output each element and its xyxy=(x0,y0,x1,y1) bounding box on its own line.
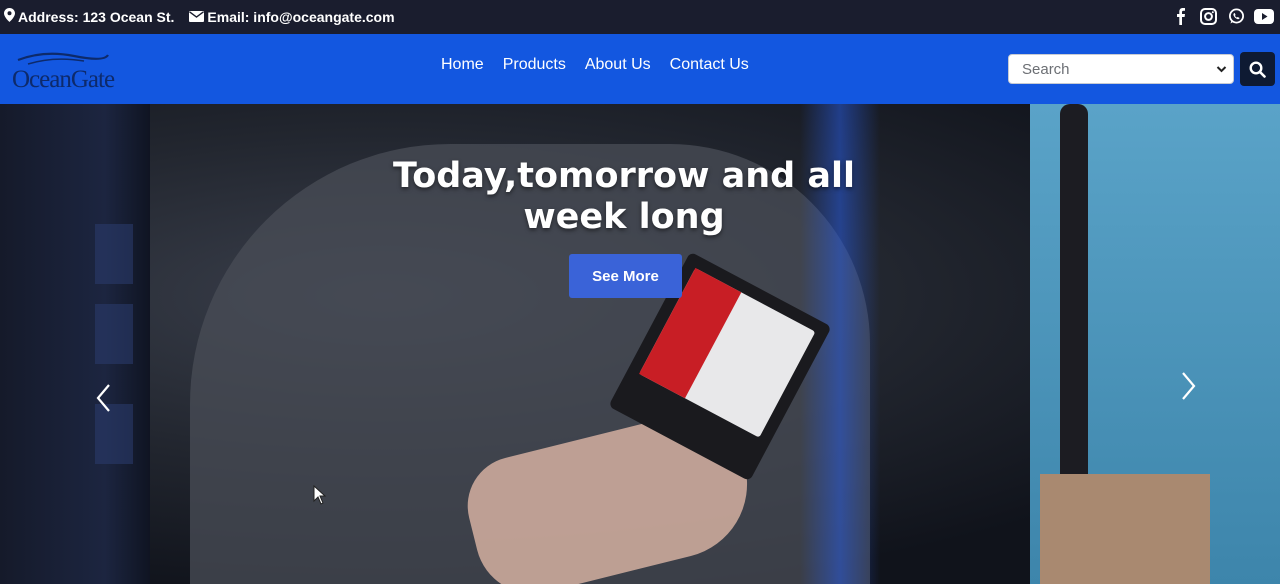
email-text[interactable]: Email: info@oceangate.com xyxy=(207,9,394,25)
youtube-icon[interactable] xyxy=(1254,6,1274,26)
instagram-icon[interactable] xyxy=(1198,6,1218,26)
nav-link-about-us[interactable]: About Us xyxy=(585,56,651,74)
nav-menu: Home Products About Us Contact Us xyxy=(441,56,768,74)
hero-carousel: Today,tomorrow and all week long See Mor… xyxy=(0,104,1280,584)
hero-heading: Today,tomorrow and all week long xyxy=(392,156,856,237)
whatsapp-icon[interactable] xyxy=(1226,6,1246,26)
facebook-icon[interactable] xyxy=(1170,6,1190,26)
search-placeholder: Search xyxy=(1022,61,1070,78)
mouse-pointer-icon xyxy=(313,485,327,505)
carousel-next-icon[interactable] xyxy=(1176,370,1200,402)
search-select[interactable]: Search xyxy=(1008,54,1234,84)
email-item[interactable]: Email: info@oceangate.com xyxy=(189,9,395,25)
wave-icon xyxy=(17,52,109,65)
chevron-down-icon xyxy=(1216,66,1227,73)
carousel-prev-icon[interactable] xyxy=(92,382,116,414)
brand-logo[interactable]: OceanGate xyxy=(8,48,138,93)
address-text: Address: 123 Ocean St. xyxy=(18,8,175,25)
map-pin-icon xyxy=(4,8,18,25)
search-button[interactable] xyxy=(1240,52,1275,86)
nav-link-contact-us[interactable]: Contact Us xyxy=(670,56,749,74)
nav-link-products[interactable]: Products xyxy=(503,56,566,74)
envelope-icon xyxy=(189,9,207,25)
see-more-button[interactable]: See More xyxy=(569,254,682,298)
contact-info: Address: 123 Ocean St. Email: info@ocean… xyxy=(4,8,410,25)
nav-link-home[interactable]: Home xyxy=(441,56,484,74)
address-item: Address: 123 Ocean St. xyxy=(4,8,174,25)
logo-text: OceanGate xyxy=(12,66,115,93)
main-navbar: OceanGate Home Products About Us Contact… xyxy=(0,34,1280,104)
social-links xyxy=(1162,6,1274,26)
search-icon xyxy=(1249,60,1266,78)
top-contact-bar: Address: 123 Ocean St. Email: info@ocean… xyxy=(0,0,1280,34)
